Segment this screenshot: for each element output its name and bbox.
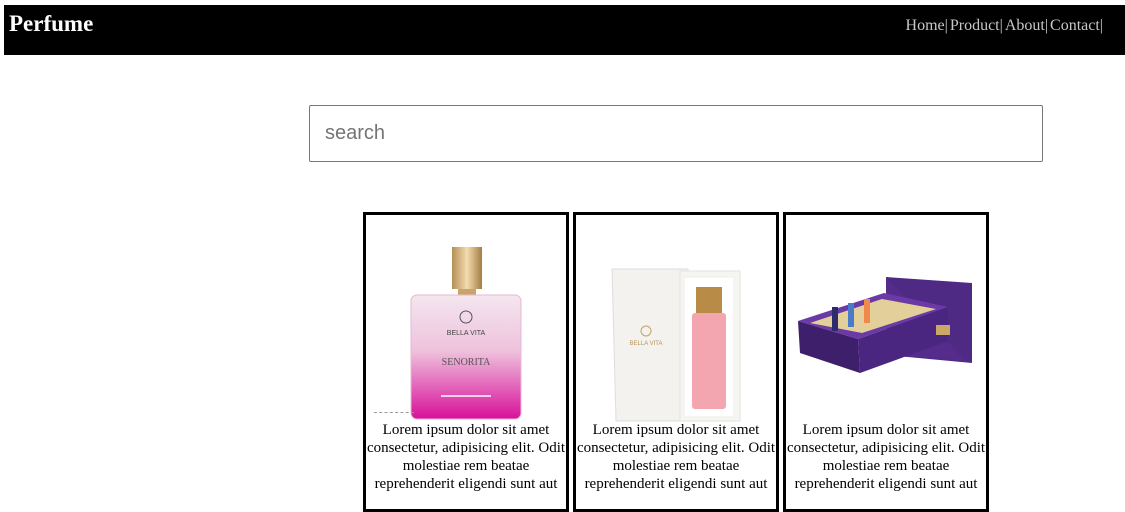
product-grid: BELLA VITA SENORITA Lorem ipsum dolor si…: [363, 212, 989, 512]
search-input[interactable]: [309, 105, 1043, 162]
nav-links: Home | Product | About | Contact |: [906, 17, 1105, 35]
product-description: Lorem ipsum dolor sit amet consectetur, …: [786, 422, 986, 492]
divider: [374, 412, 414, 413]
nav-link-about[interactable]: About: [1005, 17, 1045, 35]
bottle-name-text: SENORITA: [442, 357, 491, 368]
nav-link-contact[interactable]: Contact: [1050, 17, 1100, 35]
product-image-boxed-perfume: BELLA VITA: [611, 268, 741, 422]
product-description: Lorem ipsum dolor sit amet consectetur, …: [576, 422, 776, 492]
product-image-gift-set: [798, 277, 972, 373]
page: Perfume Home | Product | About | Contact |: [4, 5, 1125, 512]
product-image-pink-perfume: BELLA VITA SENORITA: [410, 247, 522, 420]
product-card[interactable]: Lorem ipsum dolor sit amet consectetur, …: [783, 212, 989, 512]
navbar: Perfume Home | Product | About | Contact |: [4, 5, 1125, 55]
nav-separator: |: [1099, 17, 1103, 34]
nav-separator: |: [1044, 17, 1049, 34]
nav-separator: |: [944, 17, 948, 34]
product-card[interactable]: BELLA VITA SENORITA Lorem ipsum dolor si…: [363, 212, 569, 512]
product-description: Lorem ipsum dolor sit amet consectetur, …: [366, 422, 566, 492]
nav-separator: |: [999, 17, 1003, 34]
bottle-brand-text: BELLA VITA: [447, 330, 486, 337]
box-brand-text: BELLA VITA: [630, 341, 663, 347]
nav-link-home[interactable]: Home: [906, 17, 945, 35]
product-card[interactable]: BELLA VITA Lorem ipsum dolor sit amet co…: [573, 212, 779, 512]
nav-link-product[interactable]: Product: [950, 17, 1000, 35]
brand-title: Perfume: [9, 11, 94, 36]
